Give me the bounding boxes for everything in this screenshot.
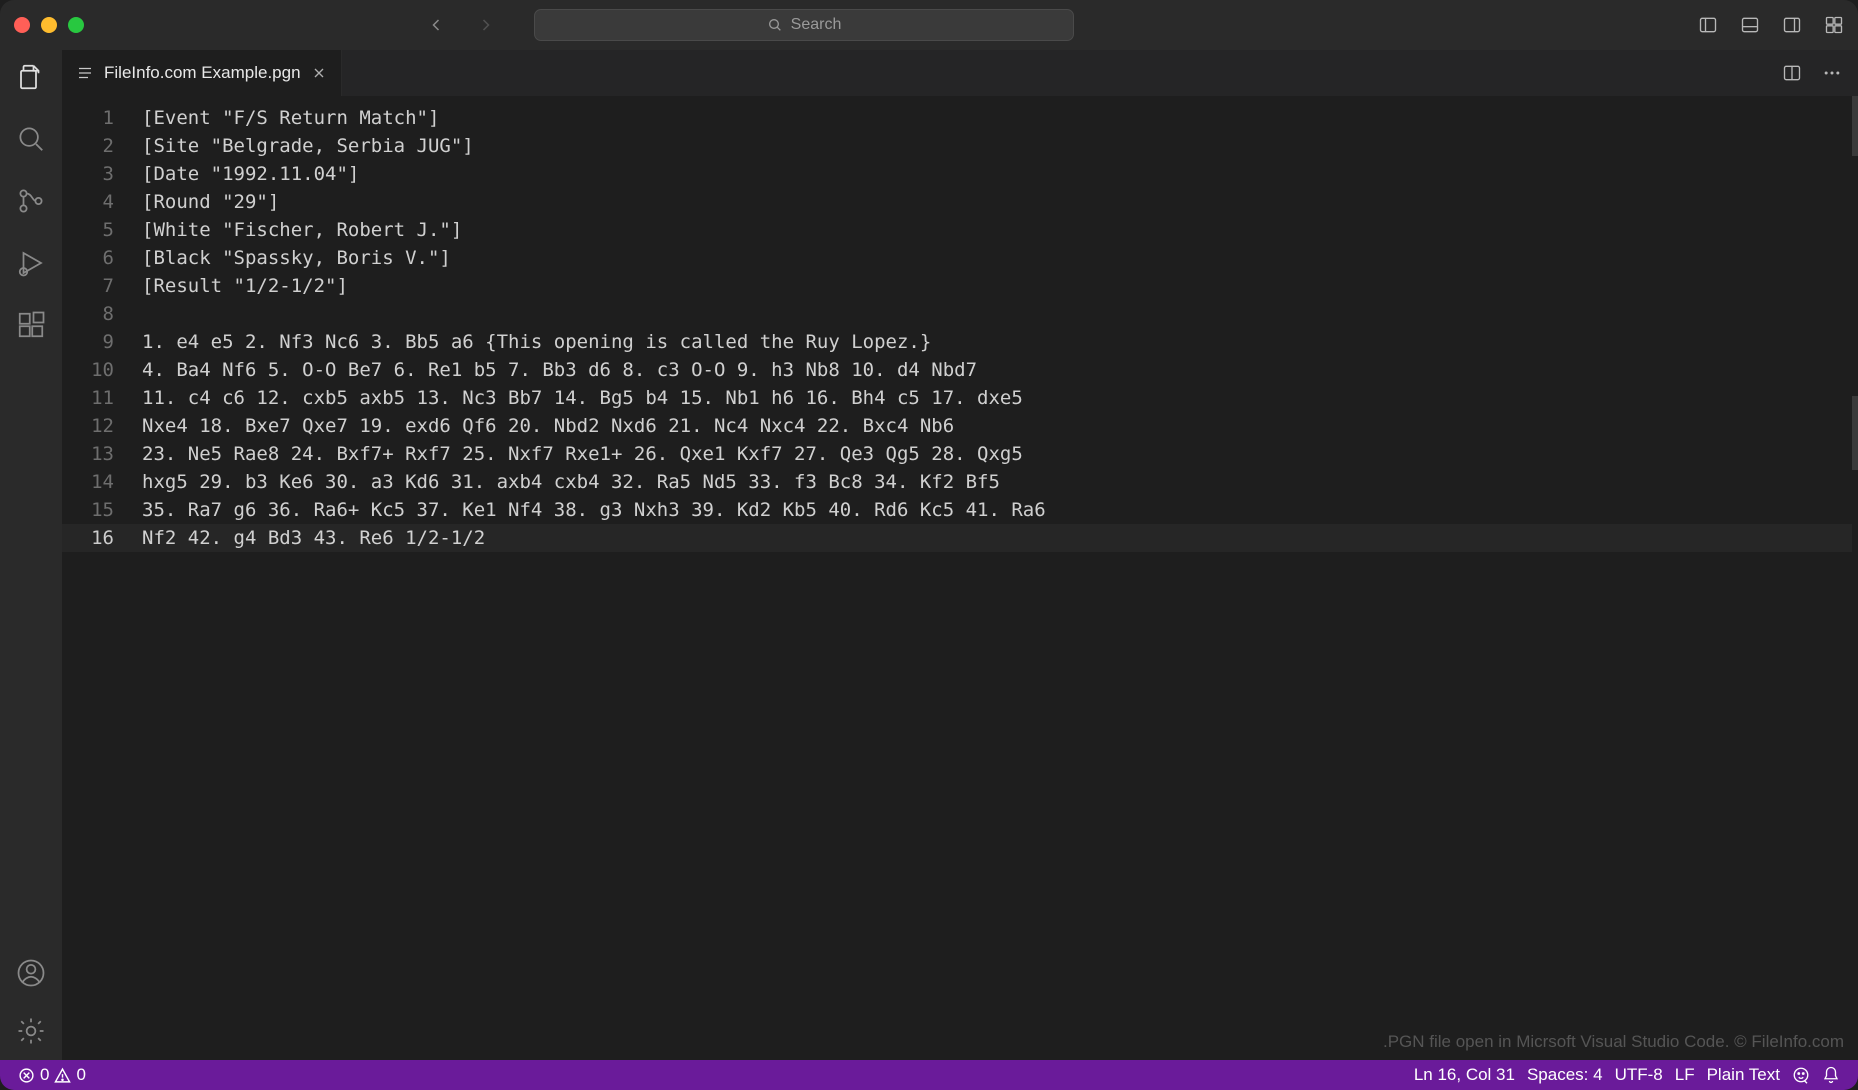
search-placeholder: Search (791, 16, 842, 34)
split-editor-button[interactable] (1782, 63, 1802, 83)
error-count: 0 (40, 1065, 49, 1085)
warning-icon (54, 1067, 71, 1084)
titlebar-layout-controls (1698, 15, 1844, 35)
status-notifications-button[interactable] (1816, 1066, 1846, 1084)
warning-count: 0 (76, 1065, 85, 1085)
main-area: FileInfo.com Example.pgn 12345678910 (0, 50, 1858, 1060)
status-bar: 0 0 Ln 16, Col 31 Spaces: 4 UTF-8 LF Pla… (0, 1060, 1858, 1090)
status-problems[interactable]: 0 0 (12, 1060, 92, 1090)
status-language-mode[interactable]: Plain Text (1701, 1065, 1786, 1085)
feedback-icon (1792, 1066, 1810, 1084)
file-icon (76, 64, 94, 82)
editor-tab-active[interactable]: FileInfo.com Example.pgn (62, 50, 342, 96)
activity-bar (0, 50, 62, 1060)
maximize-window-button[interactable] (68, 17, 84, 33)
editor-group: FileInfo.com Example.pgn 12345678910 (62, 50, 1858, 1060)
search-icon (767, 17, 783, 33)
error-icon (18, 1067, 35, 1084)
editor-tabs: FileInfo.com Example.pgn (62, 50, 1858, 96)
scrollbar-marker (1852, 96, 1858, 156)
nav-arrows (426, 15, 496, 35)
status-eol[interactable]: LF (1669, 1065, 1701, 1085)
more-actions-button[interactable] (1822, 63, 1842, 83)
watermark-text: .PGN file open in Micrsoft Visual Studio… (1383, 1028, 1844, 1056)
scrollbar-marker (1852, 396, 1858, 470)
nav-forward-button[interactable] (476, 15, 496, 35)
toggle-secondary-sidebar-button[interactable] (1782, 15, 1802, 35)
editor-toolbar (1782, 50, 1858, 96)
app-window: Search (0, 0, 1858, 1090)
close-window-button[interactable] (14, 17, 30, 33)
command-center-search[interactable]: Search (534, 9, 1074, 41)
nav-back-button[interactable] (426, 15, 446, 35)
run-debug-tab[interactable] (16, 248, 46, 278)
status-indentation[interactable]: Spaces: 4 (1521, 1065, 1609, 1085)
search-tab[interactable] (16, 124, 46, 154)
tab-close-button[interactable] (311, 65, 327, 81)
extensions-tab[interactable] (16, 310, 46, 340)
tab-filename: FileInfo.com Example.pgn (104, 63, 301, 83)
customize-layout-button[interactable] (1824, 15, 1844, 35)
toggle-primary-sidebar-button[interactable] (1698, 15, 1718, 35)
editor-content[interactable]: [Event "F/S Return Match"][Site "Belgrad… (142, 96, 1858, 1060)
accounts-button[interactable] (16, 958, 46, 988)
status-cursor-position[interactable]: Ln 16, Col 31 (1408, 1065, 1521, 1085)
status-encoding[interactable]: UTF-8 (1609, 1065, 1669, 1085)
bell-icon (1822, 1066, 1840, 1084)
toggle-panel-button[interactable] (1740, 15, 1760, 35)
settings-gear-button[interactable] (16, 1016, 46, 1046)
line-number-gutter: 12345678910111213141516 (62, 96, 142, 1060)
source-control-tab[interactable] (16, 186, 46, 216)
explorer-tab[interactable] (16, 62, 46, 92)
titlebar: Search (0, 0, 1858, 50)
status-feedback-button[interactable] (1786, 1066, 1816, 1084)
text-editor[interactable]: 12345678910111213141516 [Event "F/S Retu… (62, 96, 1858, 1060)
window-controls (14, 17, 84, 33)
minimize-window-button[interactable] (41, 17, 57, 33)
